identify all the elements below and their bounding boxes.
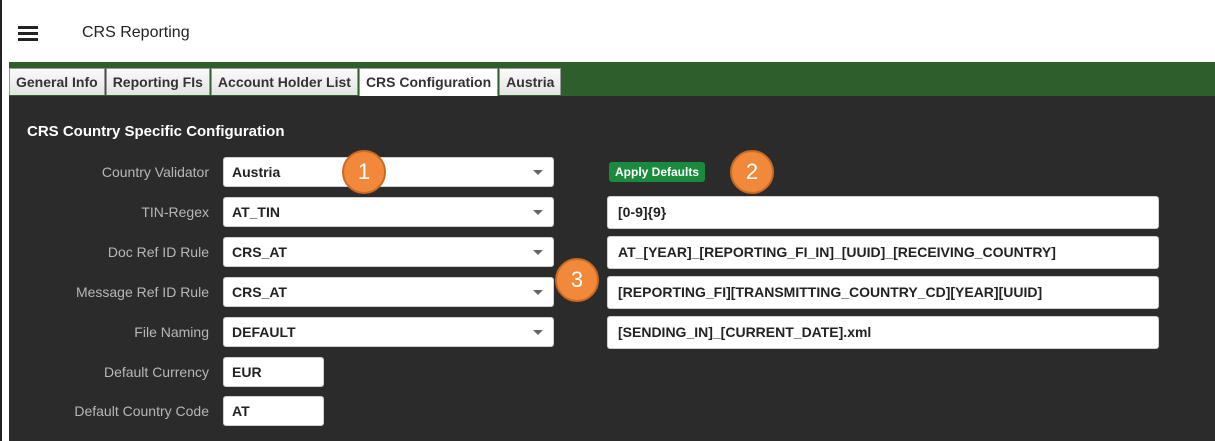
default-currency-input[interactable]: EUR — [223, 357, 324, 387]
country-validator-value: Austria — [232, 164, 281, 180]
callout-marker-1: 1 — [342, 150, 386, 194]
tab-general-info[interactable]: General Info — [9, 68, 105, 95]
tin-regex-select[interactable]: AT_TIN — [223, 197, 554, 227]
file-naming-pattern-input[interactable]: [SENDING_IN]_[CURRENT_DATE].xml — [607, 316, 1159, 349]
chevron-down-icon — [533, 210, 543, 215]
tab-account-holder-list[interactable]: Account Holder List — [210, 68, 358, 95]
chevron-down-icon — [533, 250, 543, 255]
tin-regex-label: TIN-Regex — [141, 204, 209, 220]
hamburger-menu-icon[interactable] — [18, 26, 38, 41]
left-border — [0, 0, 2, 441]
file-naming-label: File Naming — [134, 324, 209, 340]
chevron-down-icon — [533, 330, 543, 335]
tab-crs-configuration[interactable]: CRS Configuration — [358, 68, 499, 96]
default-country-code-input[interactable]: AT — [223, 396, 324, 426]
section-title: CRS Country Specific Configuration — [27, 123, 285, 140]
app-header: CRS Reporting — [2, 0, 1215, 62]
tin-regex-value: AT_TIN — [232, 204, 280, 220]
tab-bar: General Info Reporting FIs Account Holde… — [9, 62, 1215, 96]
message-ref-id-rule-label: Message Ref ID Rule — [75, 284, 209, 300]
app-title: CRS Reporting — [82, 24, 190, 41]
apply-defaults-button[interactable]: Apply Defaults — [609, 162, 706, 182]
tab-reporting-fis[interactable]: Reporting FIs — [105, 68, 210, 95]
default-country-code-label: Default Country Code — [74, 403, 209, 419]
tin-regex-pattern-input[interactable]: [0-9]{9} — [607, 196, 1159, 229]
callout-marker-3: 3 — [555, 258, 599, 302]
tab-list: General Info Reporting FIs Account Holde… — [9, 68, 562, 96]
tab-austria[interactable]: Austria — [499, 68, 562, 95]
doc-ref-id-pattern-input[interactable]: AT_[YEAR]_[REPORTING_FI_IN]_[UUID]_[RECE… — [607, 236, 1159, 269]
doc-ref-id-rule-select[interactable]: CRS_AT — [223, 237, 554, 267]
chevron-down-icon — [533, 290, 543, 295]
callout-marker-2: 2 — [730, 150, 774, 194]
configuration-panel: CRS Country Specific Configuration Count… — [9, 96, 1215, 441]
file-naming-value: DEFAULT — [232, 324, 296, 340]
country-validator-select[interactable]: Austria — [223, 157, 554, 187]
chevron-down-icon — [533, 170, 543, 175]
doc-ref-id-rule-label: Doc Ref ID Rule — [107, 244, 209, 260]
file-naming-select[interactable]: DEFAULT — [223, 317, 554, 347]
doc-ref-id-rule-value: CRS_AT — [232, 244, 287, 260]
country-validator-label: Country Validator — [101, 164, 209, 180]
message-ref-id-rule-select[interactable]: CRS_AT — [223, 277, 554, 307]
message-ref-id-pattern-input[interactable]: [REPORTING_FI][TRANSMITTING_COUNTRY_CD][… — [607, 276, 1159, 309]
message-ref-id-rule-value: CRS_AT — [232, 284, 287, 300]
default-currency-label: Default Currency — [103, 364, 209, 380]
